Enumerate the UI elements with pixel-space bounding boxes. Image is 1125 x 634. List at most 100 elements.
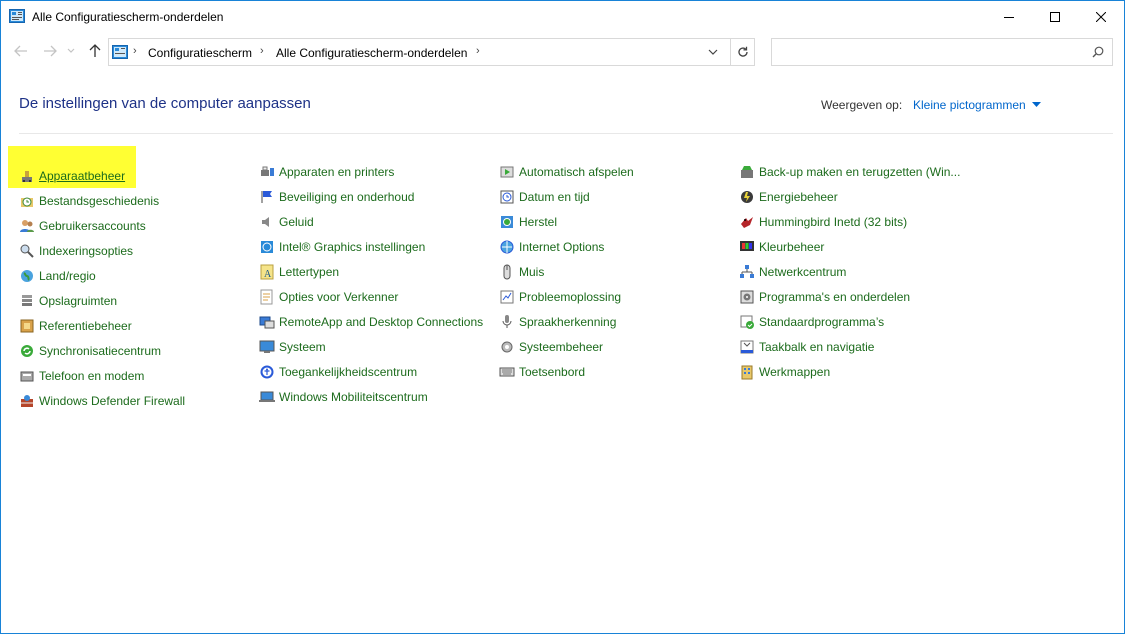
cp-item-firewall[interactable]: Windows Defender Firewall bbox=[19, 388, 185, 413]
maximize-button[interactable] bbox=[1032, 1, 1078, 32]
cp-item-label[interactable]: Apparaatbeheer bbox=[39, 169, 125, 183]
cp-item-folder-options[interactable]: Opties voor Verkenner bbox=[259, 284, 483, 309]
cp-item-hummingbird[interactable]: Hummingbird Inetd (32 bits) bbox=[739, 209, 960, 234]
refresh-button[interactable] bbox=[730, 39, 755, 65]
cp-item-indexing-options[interactable]: Indexeringsopties bbox=[19, 238, 185, 263]
search-box[interactable] bbox=[771, 38, 1113, 66]
cp-item-label[interactable]: Telefoon en modem bbox=[39, 369, 144, 383]
ease-of-access-icon bbox=[260, 365, 274, 378]
cp-item-devices-printers[interactable]: Apparaten en printers bbox=[259, 159, 483, 184]
cp-item-label[interactable]: Geluid bbox=[279, 215, 314, 229]
cp-item-troubleshooting[interactable]: Probleemoplossing bbox=[499, 284, 634, 309]
forward-button[interactable] bbox=[41, 41, 59, 61]
cp-item-label[interactable]: Kleurbeheer bbox=[759, 240, 824, 254]
header-divider bbox=[19, 133, 1113, 134]
cp-item-user-accounts[interactable]: Gebruikersaccounts bbox=[19, 213, 185, 238]
cp-item-ease-of-access[interactable]: Toegankelijkheidscentrum bbox=[259, 359, 483, 384]
cp-item-internet-options[interactable]: Internet Options bbox=[499, 234, 634, 259]
cp-item-programs-features[interactable]: Programma's en onderdelen bbox=[739, 284, 960, 309]
breadcrumb-separator-icon[interactable]: › bbox=[260, 45, 264, 57]
cp-item-label[interactable]: Netwerkcentrum bbox=[759, 265, 846, 279]
cp-item-label[interactable]: Lettertypen bbox=[279, 265, 339, 279]
cp-item-label[interactable]: Referentiebeheer bbox=[39, 319, 132, 333]
cp-item-label[interactable]: Apparaten en printers bbox=[279, 165, 394, 179]
cp-item-system-monitor[interactable]: Systeem bbox=[259, 334, 483, 359]
breadcrumb-separator-icon[interactable]: › bbox=[133, 45, 137, 57]
cp-item-speech-recognition[interactable]: Spraakherkenning bbox=[499, 309, 634, 334]
cp-item-label[interactable]: Herstel bbox=[519, 215, 557, 229]
cp-item-speaker[interactable]: Geluid bbox=[259, 209, 483, 234]
breadcrumb-all-items[interactable]: Alle Configuratiescherm-onderdelen bbox=[276, 46, 467, 60]
cp-item-mouse[interactable]: Muis bbox=[499, 259, 634, 284]
cp-item-administrative-tools[interactable]: Systeembeheer bbox=[499, 334, 634, 359]
cp-item-label[interactable]: Programma's en onderdelen bbox=[759, 290, 910, 304]
cp-item-autoplay[interactable]: Automatisch afspelen bbox=[499, 159, 634, 184]
control-panel-window: Alle Configuratiescherm-onderdelen › Con… bbox=[0, 0, 1125, 634]
address-dropdown-button[interactable] bbox=[700, 39, 726, 65]
cp-item-intel-graphics[interactable]: Intel® Graphics instellingen bbox=[259, 234, 483, 259]
cp-item-default-programs[interactable]: Standaardprogramma’s bbox=[739, 309, 960, 334]
breadcrumb-configuratiescherm[interactable]: Configuratiescherm bbox=[148, 46, 252, 60]
cp-item-security-flag[interactable]: Beveiliging en onderhoud bbox=[259, 184, 483, 209]
cp-item-label[interactable]: RemoteApp and Desktop Connections bbox=[279, 315, 483, 329]
cp-item-label[interactable]: Standaardprogramma’s bbox=[759, 315, 884, 329]
cp-item-label[interactable]: Datum en tijd bbox=[519, 190, 590, 204]
cp-item-mobility-center[interactable]: Windows Mobiliteitscentrum bbox=[259, 384, 483, 409]
cp-item-label[interactable]: Internet Options bbox=[519, 240, 604, 254]
cp-item-label[interactable]: Windows Defender Firewall bbox=[39, 394, 185, 408]
minimize-button[interactable] bbox=[986, 1, 1032, 32]
cp-item-label[interactable]: Energiebeheer bbox=[759, 190, 838, 204]
caret-down-icon[interactable] bbox=[1032, 102, 1041, 107]
cp-item-label[interactable]: Opties voor Verkenner bbox=[279, 290, 398, 304]
cp-item-label[interactable]: Beveiliging en onderhoud bbox=[279, 190, 414, 204]
cp-item-label[interactable]: Synchronisatiecentrum bbox=[39, 344, 161, 358]
cp-item-network-center[interactable]: Netwerkcentrum bbox=[739, 259, 960, 284]
cp-item-work-folders[interactable]: Werkmappen bbox=[739, 359, 960, 384]
address-bar[interactable]: › Configuratiescherm › Alle Configuratie… bbox=[108, 38, 755, 66]
cp-item-date-time[interactable]: Datum en tijd bbox=[499, 184, 634, 209]
cp-item-device-manager[interactable]: Apparaatbeheer bbox=[8, 146, 136, 188]
cp-item-label[interactable]: Automatisch afspelen bbox=[519, 165, 634, 179]
cp-item-label[interactable]: Indexeringsopties bbox=[39, 244, 133, 258]
up-button[interactable] bbox=[86, 41, 104, 61]
cp-item-label[interactable]: Back-up maken en terugzetten (Win... bbox=[759, 165, 960, 179]
cp-item-label[interactable]: Hummingbird Inetd (32 bits) bbox=[759, 215, 907, 229]
cp-item-keyboard[interactable]: Toetsenbord bbox=[499, 359, 634, 384]
cp-item-region-globe[interactable]: Land/regio bbox=[19, 263, 185, 288]
recent-locations-button[interactable] bbox=[65, 41, 77, 61]
cp-item-phone-modem[interactable]: Telefoon en modem bbox=[19, 363, 185, 388]
cp-item-label[interactable]: Toetsenbord bbox=[519, 365, 585, 379]
cp-item-power-options[interactable]: Energiebeheer bbox=[739, 184, 960, 209]
cp-item-label[interactable]: Toegankelijkheidscentrum bbox=[279, 365, 417, 379]
cp-item-label[interactable]: Gebruikersaccounts bbox=[39, 219, 146, 233]
cp-item-backup-restore[interactable]: Back-up maken en terugzetten (Win... bbox=[739, 159, 960, 184]
cp-item-label[interactable]: Windows Mobiliteitscentrum bbox=[279, 390, 428, 404]
cp-item-color-management[interactable]: Kleurbeheer bbox=[739, 234, 960, 259]
cp-item-taskbar[interactable]: Taakbalk en navigatie bbox=[739, 334, 960, 359]
cp-item-label[interactable]: Opslagruimten bbox=[39, 294, 117, 308]
cp-item-sync-center[interactable]: Synchronisatiecentrum bbox=[19, 338, 185, 363]
breadcrumb-separator-icon[interactable]: › bbox=[476, 45, 480, 57]
cp-item-label[interactable]: Land/regio bbox=[39, 269, 96, 283]
cp-item-remoteapp[interactable]: RemoteApp and Desktop Connections bbox=[259, 309, 483, 334]
cp-item-file-history[interactable]: Bestandsgeschiedenis bbox=[19, 188, 185, 213]
cp-item-label[interactable]: Taakbalk en navigatie bbox=[759, 340, 874, 354]
phone-modem-icon bbox=[20, 371, 34, 381]
cp-item-label[interactable]: Intel® Graphics instellingen bbox=[279, 240, 425, 254]
cp-item-label[interactable]: Systeembeheer bbox=[519, 340, 603, 354]
cp-item-storage-spaces[interactable]: Opslagruimten bbox=[19, 288, 185, 313]
back-button[interactable] bbox=[12, 41, 30, 61]
cp-item-recovery[interactable]: Herstel bbox=[499, 209, 634, 234]
cp-item-fonts[interactable]: A Lettertypen bbox=[259, 259, 483, 284]
view-by-dropdown[interactable]: Kleine pictogrammen bbox=[913, 98, 1026, 112]
cp-item-label[interactable]: Bestandsgeschiedenis bbox=[39, 194, 159, 208]
cp-item-label[interactable]: Spraakherkenning bbox=[519, 315, 616, 329]
cp-item-label[interactable]: Werkmappen bbox=[759, 365, 830, 379]
close-button[interactable] bbox=[1078, 1, 1124, 32]
cp-item-label[interactable]: Muis bbox=[519, 265, 544, 279]
folder-options-icon bbox=[260, 289, 273, 304]
cp-item-label[interactable]: Systeem bbox=[279, 340, 326, 354]
search-input[interactable] bbox=[776, 43, 1080, 63]
cp-item-credential-manager[interactable]: Referentiebeheer bbox=[19, 313, 185, 338]
cp-item-label[interactable]: Probleemoplossing bbox=[519, 290, 621, 304]
